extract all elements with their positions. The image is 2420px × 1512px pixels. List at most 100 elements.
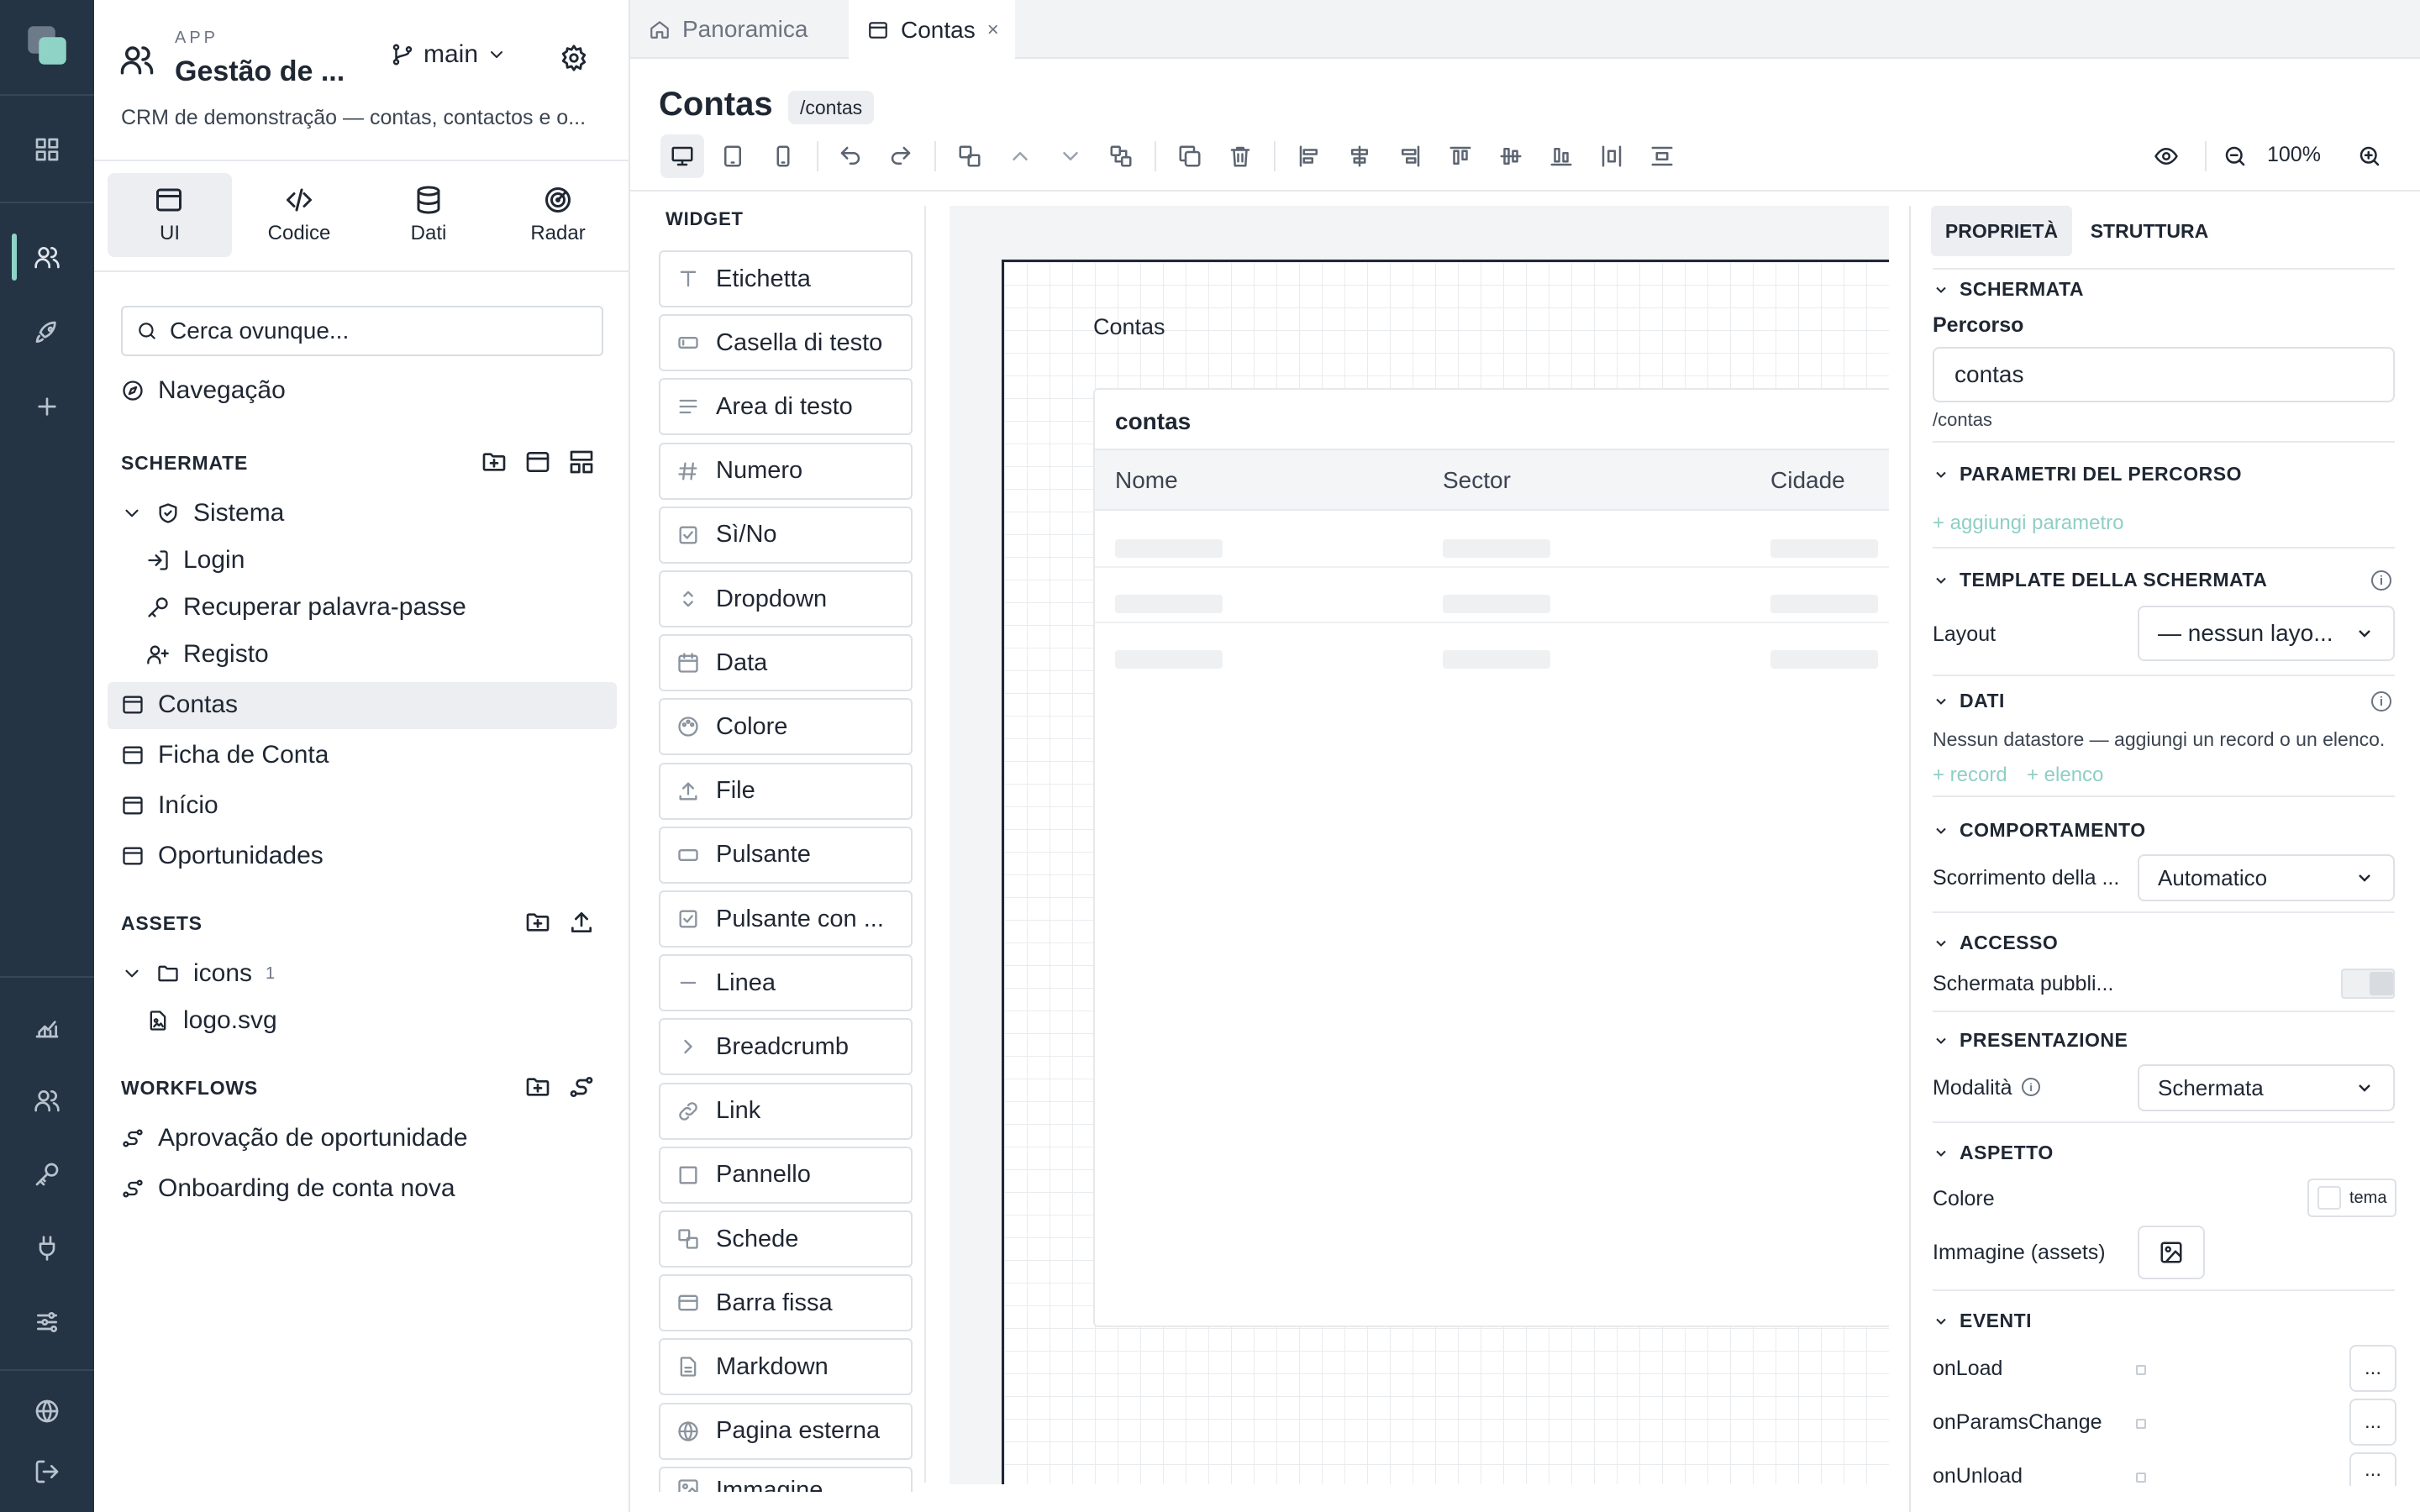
add-record-link[interactable]: + record (1933, 764, 2007, 787)
key-icon[interactable] (24, 1151, 71, 1198)
app-name[interactable]: Gestão de ... (175, 55, 345, 88)
rocket-icon[interactable] (24, 309, 71, 356)
widget-si-no[interactable]: Sì/No (659, 506, 913, 564)
tab-proprieta[interactable]: PROPRIETÀ (1931, 206, 2072, 256)
widget-schede[interactable]: Schede (659, 1210, 913, 1268)
align-bottom-button[interactable] (1539, 134, 1583, 178)
layout-icon[interactable] (568, 449, 595, 475)
screen-item-contas[interactable]: Contas (121, 690, 238, 719)
mode-tab-dati[interactable]: Dati (366, 173, 491, 257)
align-center-h-button[interactable] (1338, 134, 1381, 178)
tab-struttura[interactable]: STRUTTURA (2079, 206, 2220, 256)
add-list-link[interactable]: + elenco (2027, 764, 2103, 787)
duplicate-button[interactable] (1168, 134, 1212, 178)
column-header[interactable]: Cidade (1770, 467, 1845, 494)
group-button[interactable] (948, 134, 992, 178)
info-icon[interactable]: i (2371, 691, 2391, 711)
section-comportamento[interactable]: COMPORTAMENTO (1933, 819, 2146, 842)
widget-pagina-esterna[interactable]: Pagina esterna (659, 1402, 913, 1460)
screen-item-login[interactable]: Login (146, 546, 245, 575)
widget-markdown[interactable]: Markdown (659, 1338, 913, 1396)
redo-button[interactable] (879, 134, 923, 178)
widget-etichetta[interactable]: Etichetta (659, 250, 913, 307)
globe-icon[interactable] (24, 1388, 71, 1435)
screen-item-registo[interactable]: Registo (146, 640, 269, 669)
team-icon[interactable] (24, 1077, 71, 1124)
workflow-item[interactable]: Aprovação de oportunidade (121, 1124, 468, 1152)
widget-pulsante-con[interactable]: Pulsante con ... (659, 890, 913, 948)
screen-item-oportunidades[interactable]: Oportunidades (121, 842, 324, 870)
screen-group-sistema[interactable]: Sistema (121, 499, 284, 528)
column-header[interactable]: Nome (1115, 467, 1178, 494)
event-edit-button[interactable]: ... (2349, 1399, 2396, 1446)
tab-panoramica[interactable]: Panoramica (630, 0, 849, 59)
widget-link[interactable]: Link (659, 1082, 913, 1140)
mode-tab-ui[interactable]: UI (108, 173, 232, 257)
event-edit-button[interactable]: ... (2349, 1345, 2396, 1392)
tab-close-button[interactable]: × (987, 18, 999, 42)
section-aspetto[interactable]: ASPETTO (1933, 1142, 2054, 1164)
screen-frame[interactable]: Contas contas Nome Sector Cidade (1002, 260, 1889, 1484)
scroll-select[interactable]: Automatico (2138, 854, 2395, 901)
gear-icon[interactable] (560, 44, 588, 72)
asset-file-logo[interactable]: logo.svg (146, 1006, 277, 1035)
image-picker-button[interactable] (2138, 1226, 2205, 1279)
widget-breadcrumb[interactable]: Breadcrumb (659, 1018, 913, 1076)
branch-selector[interactable]: main (390, 40, 507, 69)
logout-icon[interactable] (24, 1448, 71, 1495)
zoom-in-button[interactable] (2348, 134, 2391, 178)
tablet-view-button[interactable] (711, 134, 755, 178)
info-icon[interactable]: i (2371, 570, 2391, 591)
widget-immagine[interactable]: Immagine (659, 1466, 913, 1492)
column-header[interactable]: Sector (1443, 467, 1511, 494)
new-screen-icon[interactable] (524, 449, 551, 475)
analytics-icon[interactable] (24, 1003, 71, 1050)
widget-casella-di-testo[interactable]: Casella di testo (659, 314, 913, 372)
event-edit-button[interactable]: ... (2349, 1452, 2396, 1486)
layout-select[interactable]: — nessun layo... (2138, 606, 2395, 661)
distribute-h-button[interactable] (1590, 134, 1634, 178)
new-folder-icon[interactable] (524, 909, 551, 936)
canvas-heading[interactable]: Contas (1093, 314, 1165, 340)
widget-file[interactable]: File (659, 762, 913, 820)
new-folder-icon[interactable] (481, 449, 508, 475)
section-params[interactable]: PARAMETRI DEL PERCORSO (1933, 463, 2242, 486)
app-logo-icon[interactable] (24, 22, 71, 69)
mobile-view-button[interactable] (761, 134, 805, 178)
section-presentazione[interactable]: PRESENTAZIONE (1933, 1029, 2128, 1052)
screen-item-recuperar[interactable]: Recuperar palavra-passe (146, 593, 466, 622)
public-toggle[interactable] (2341, 969, 2395, 999)
widget-linea[interactable]: Linea (659, 954, 913, 1012)
design-canvas[interactable]: Contas contas Nome Sector Cidade (950, 206, 1889, 1484)
section-template[interactable]: TEMPLATE DELLA SCHERMATA (1933, 569, 2267, 591)
widget-data[interactable]: Data (659, 634, 913, 692)
widget-dropdown[interactable]: Dropdown (659, 570, 913, 627)
widget-barra-fissa[interactable]: Barra fissa (659, 1274, 913, 1332)
desktop-view-button[interactable] (660, 134, 704, 178)
section-accesso[interactable]: ACCESSO (1933, 932, 2058, 954)
path-input[interactable]: contas (1933, 347, 2395, 402)
screen-item-ficha[interactable]: Ficha de Conta (121, 741, 329, 769)
workflow-icon[interactable] (568, 1074, 595, 1100)
distribute-v-button[interactable] (1640, 134, 1684, 178)
tab-contas[interactable]: Contas × (849, 0, 1015, 60)
asset-folder-icons[interactable]: icons 1 (121, 959, 275, 988)
dashboard-icon[interactable] (24, 126, 71, 173)
color-picker[interactable]: tema (2307, 1179, 2396, 1217)
widget-pannello[interactable]: Pannello (659, 1146, 913, 1204)
preview-eye-icon[interactable] (2144, 134, 2188, 178)
upload-icon[interactable] (568, 909, 595, 936)
align-top-button[interactable] (1439, 134, 1482, 178)
workflow-item[interactable]: Onboarding de conta nova (121, 1174, 455, 1203)
add-param-link[interactable]: + aggiungi parametro (1933, 512, 2123, 535)
screen-item-inicio[interactable]: Início (121, 791, 218, 820)
new-folder-icon[interactable] (524, 1074, 551, 1100)
plug-icon[interactable] (24, 1225, 71, 1272)
move-up-button[interactable] (998, 134, 1042, 178)
add-icon[interactable] (24, 383, 71, 430)
move-down-button[interactable] (1049, 134, 1092, 178)
undo-button[interactable] (829, 134, 872, 178)
users-icon[interactable] (24, 234, 71, 281)
widget-numero[interactable]: Numero (659, 442, 913, 500)
widget-colore[interactable]: Colore (659, 698, 913, 756)
